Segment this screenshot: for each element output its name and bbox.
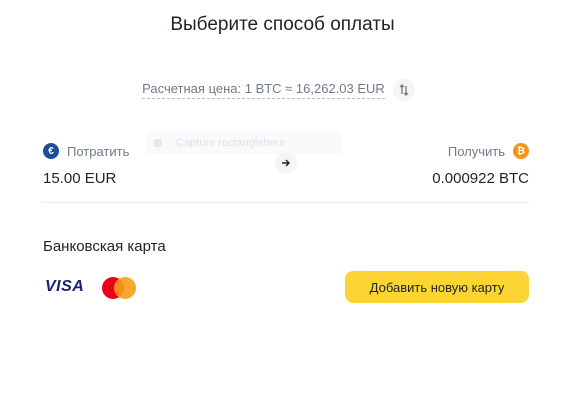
swap-rate-button[interactable] — [392, 79, 415, 101]
spend-amount: 15.00 EUR — [43, 170, 117, 187]
receive-label-row: Получить ₿ — [448, 143, 529, 159]
mastercard-logo — [102, 277, 138, 299]
receive-amount: 0.000922 BTC — [432, 170, 529, 187]
bitcoin-coin-icon: ₿ — [513, 143, 529, 159]
spend-label-row: € Потратить — [43, 143, 129, 159]
direction-arrow-button[interactable] — [275, 152, 297, 174]
euro-coin-icon: € — [43, 143, 59, 159]
capture-overlay-icon — [154, 139, 162, 147]
page-title: Выберите способ оплаты — [170, 14, 395, 35]
receive-label: Получить — [447, 143, 505, 159]
visa-logo: VISA — [45, 278, 85, 295]
bank-card-section-title: Банковская карта — [43, 238, 166, 255]
capture-overlay: Capture rectanglehere — [146, 132, 342, 154]
divider — [43, 202, 529, 203]
estimated-rate-text: Расчетная цена: 1 BTC ≈ 16,262.03 EUR — [142, 81, 385, 99]
arrow-right-icon — [282, 159, 290, 167]
mastercard-orange-circle — [114, 277, 136, 299]
swap-vertical-icon — [399, 84, 409, 96]
rate-row: Расчетная цена: 1 BTC ≈ 16,262.03 EUR — [0, 78, 565, 102]
spend-label: Потратить — [67, 143, 130, 159]
capture-overlay-text: Capture rectanglehere — [176, 137, 286, 149]
add-new-card-button[interactable]: Добавить новую карту — [345, 271, 529, 303]
